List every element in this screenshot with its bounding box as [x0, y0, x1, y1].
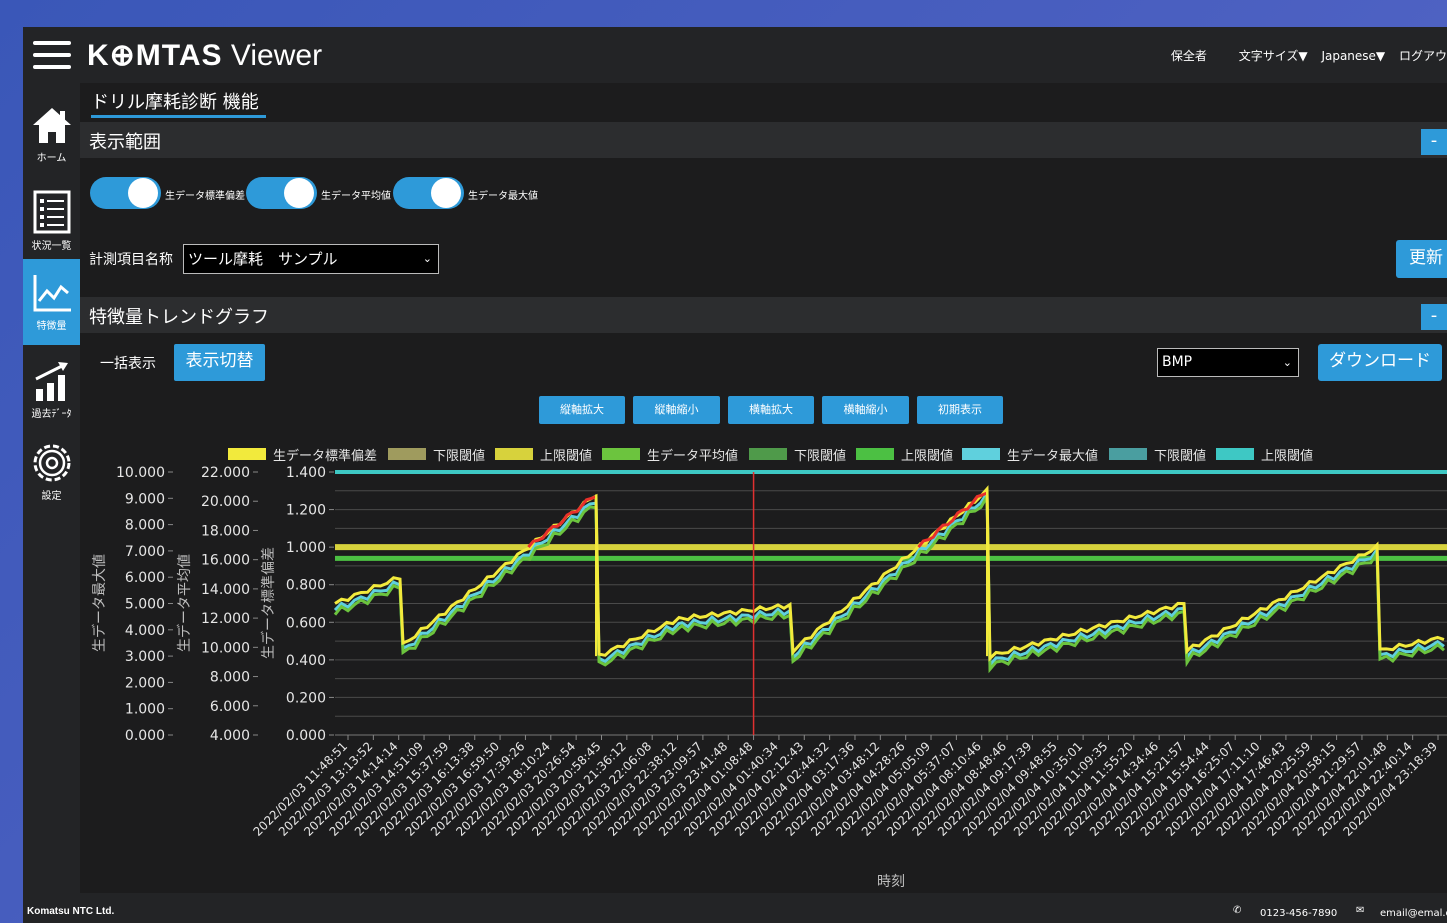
language-menu[interactable]: Japanese▼	[1321, 49, 1385, 63]
legend-label: 下限閾値	[794, 448, 846, 464]
y-axis-max-tick: 8.000	[125, 518, 165, 534]
y-axis-max-tick: 10.000	[116, 465, 165, 481]
bar-chart-icon	[34, 362, 68, 401]
y-axis-mean-tick: 12.000	[201, 611, 250, 627]
y-axis-max-label: 生データ最大値	[91, 554, 108, 652]
y-axis-std-tick: 0.200	[286, 690, 326, 706]
sidebar-item-label: 状況一覧	[31, 241, 72, 252]
legend-label: 上限閾値	[1261, 448, 1313, 464]
y-axis-std-tick: 1.200	[286, 503, 326, 519]
trend-chart[interactable]: 10.000 9.000 8.000 7.000 6.000 5.000 4.000 3.00…	[80, 83, 1447, 893]
legend-swatch	[388, 448, 426, 460]
y-axis-mean-tick: 14.000	[201, 582, 250, 598]
sidebar-item-home[interactable]: ホーム	[23, 91, 80, 177]
y-axis-std-tick: 0.600	[286, 615, 326, 631]
y-axis-mean-tick: 22.000	[201, 465, 250, 481]
y-axis-max-tick: 9.000	[125, 491, 165, 507]
sidebar-item-label: 設定	[41, 491, 62, 502]
legend-swatch	[602, 448, 640, 460]
line-chart-icon	[33, 275, 71, 312]
sidebar-item-settings[interactable]: 設定	[23, 429, 80, 515]
y-axis-std-tick: 0.400	[286, 653, 326, 669]
y-axis-std-tick: 0.000	[286, 728, 326, 744]
legend-label: 下限閾値	[433, 448, 485, 464]
y-axis-std-tick: 0.800	[286, 578, 326, 594]
app-window: K⊕MTAS Viewer 保全者 文字サイズ▼ Japanese▼ ログアウ …	[23, 27, 1447, 923]
sidebar-item-label: 過去ﾃﾞｰﾀ	[31, 409, 72, 420]
y-axis-max-tick: 5.000	[125, 597, 165, 613]
sidebar-item-features[interactable]: 特徴量	[23, 259, 80, 345]
legend-swatch	[495, 448, 533, 460]
y-axis-std-tick: 1.000	[286, 540, 326, 556]
legend-swatch	[1109, 448, 1147, 460]
legend-swatch	[1216, 448, 1254, 460]
mail-icon: ✉	[1356, 905, 1365, 916]
main-content: ドリル摩耗診断 機能 表示範囲 - 生データ標準偏差 生データ平均値 生データ最…	[80, 83, 1447, 893]
legend-swatch	[228, 448, 266, 460]
legend-label: 生データ最大値	[1007, 448, 1098, 464]
top-nav: 保全者 文字サイズ▼ Japanese▼ ログアウ	[1143, 47, 1447, 64]
y-axis-mean-tick: 8.000	[210, 670, 250, 686]
phone-number: 0123-456-7890	[1260, 908, 1338, 919]
sidebar-item-history[interactable]: 過去ﾃﾞｰﾀ	[23, 345, 80, 431]
y-axis-std-label: 生データ標準偏差	[260, 547, 277, 659]
y-axis-max-tick: 6.000	[125, 570, 165, 586]
legend-label: 下限閾値	[1154, 448, 1206, 464]
legend-label: 上限閾値	[901, 448, 953, 464]
legend-swatch	[749, 448, 787, 460]
legend-swatch	[962, 448, 1000, 460]
legend-label: 生データ平均値	[647, 448, 738, 464]
y-axis-max-tick: 7.000	[125, 544, 165, 560]
y-axis-max-tick: 1.000	[125, 702, 165, 718]
home-icon	[32, 108, 71, 143]
x-axis-label: 時刻	[877, 874, 905, 890]
font-size-menu[interactable]: 文字サイズ▼	[1239, 49, 1308, 63]
footer: Komatsu NTC Ltd. ✆ 0123-456-7890 ✉ email…	[23, 893, 1447, 923]
y-axis-max-tick: 2.000	[125, 675, 165, 691]
y-axis-max-tick: 3.000	[125, 649, 165, 665]
y-axis-mean-tick: 16.000	[201, 553, 250, 569]
gear-icon	[33, 444, 70, 482]
legend-label: 上限閾値	[540, 448, 592, 464]
sidebar: ホーム 状況一覧 特徴量 過去ﾃﾞｰﾀ 設定	[23, 83, 80, 923]
sidebar-item-status-list[interactable]: 状況一覧	[23, 177, 80, 263]
y-axis-mean-tick: 20.000	[201, 494, 250, 510]
legend-label: 生データ標準偏差	[273, 448, 377, 464]
menu-icon[interactable]	[33, 41, 71, 69]
y-axis-mean-tick: 10.000	[201, 640, 250, 656]
top-bar: K⊕MTAS Viewer 保全者 文字サイズ▼ Japanese▼ ログアウ	[23, 27, 1447, 83]
company-name: Komatsu NTC Ltd.	[27, 906, 115, 917]
logout-link[interactable]: ログアウ	[1399, 49, 1447, 63]
y-axis-std-tick: 1.400	[286, 465, 326, 481]
y-axis-mean-tick: 4.000	[210, 728, 250, 744]
phone-icon: ✆	[1233, 905, 1242, 916]
y-axis-mean-tick: 18.000	[201, 523, 250, 539]
email-address: email@emal.c	[1380, 908, 1447, 919]
y-axis-max-tick: 4.000	[125, 623, 165, 639]
app-logo[interactable]: K⊕MTAS Viewer	[87, 38, 322, 73]
list-icon	[33, 190, 70, 234]
sidebar-item-label: 特徴量	[36, 321, 67, 332]
legend-swatch	[856, 448, 894, 460]
y-axis-mean-label: 生データ平均値	[176, 554, 193, 652]
y-axis-mean-tick: 6.000	[210, 699, 250, 715]
sidebar-item-label: ホーム	[36, 153, 67, 164]
user-role: 保全者	[1170, 49, 1207, 63]
y-axis-max-tick: 0.000	[125, 728, 165, 744]
